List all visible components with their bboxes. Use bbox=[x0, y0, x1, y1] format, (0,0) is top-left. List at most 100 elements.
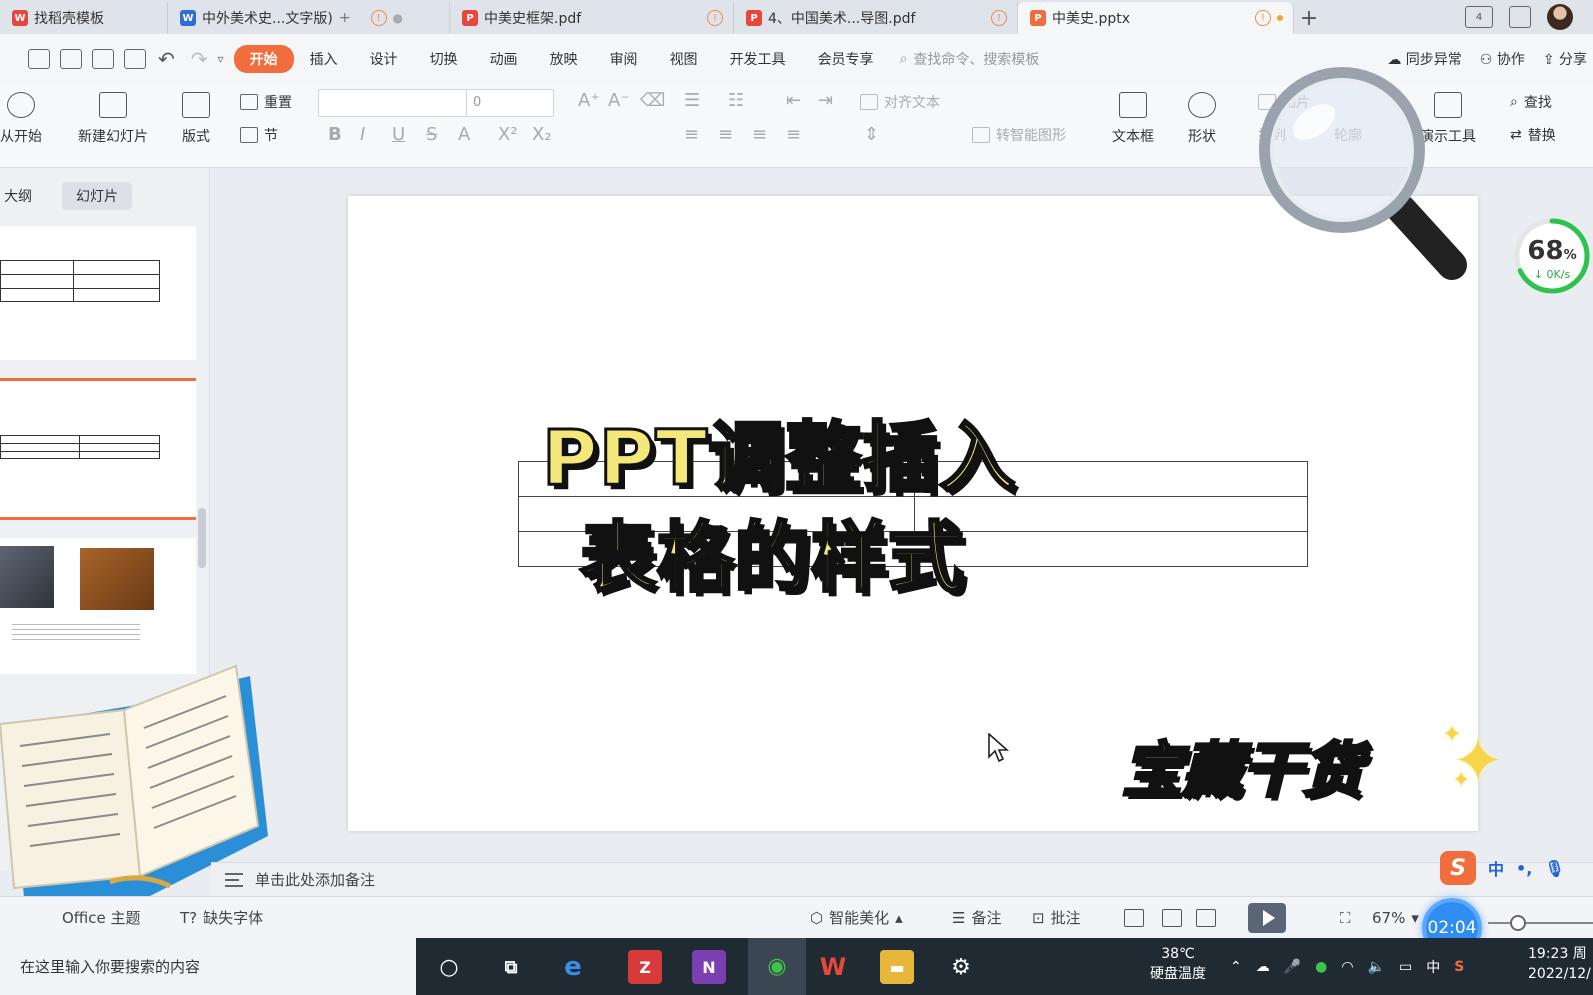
app-settings-icon[interactable]: ⚙ bbox=[944, 950, 978, 984]
justify-icon[interactable]: ≡ bbox=[786, 124, 801, 145]
font-selector[interactable]: 0 bbox=[318, 89, 554, 117]
print-icon[interactable] bbox=[92, 49, 114, 69]
layout-button[interactable]: 版式 bbox=[182, 92, 210, 146]
smart-beautify-button[interactable]: ⬡ 智能美化 ▴ bbox=[810, 907, 903, 928]
security-icon[interactable]: ● bbox=[1315, 959, 1327, 975]
tab-framework-pdf[interactable]: P 中美史框架.pdf ! bbox=[450, 2, 734, 34]
decrease-indent-icon[interactable]: ⇤ bbox=[786, 90, 801, 111]
zoom-level[interactable]: 67% ▾ bbox=[1372, 909, 1419, 927]
increase-font-icon[interactable]: A⁺ bbox=[578, 90, 600, 111]
normal-view-button[interactable] bbox=[1124, 908, 1144, 927]
menu-insert[interactable]: 插入 bbox=[294, 49, 354, 69]
bold-icon[interactable]: B bbox=[328, 124, 342, 145]
add-icon[interactable]: + bbox=[339, 10, 351, 26]
close-icon[interactable]: ● bbox=[393, 11, 403, 25]
align-left-icon[interactable]: ≡ bbox=[684, 124, 699, 145]
taskbar-search-box[interactable]: 在这里输入你要搜索的内容 bbox=[0, 938, 416, 995]
zoom-slider-knob[interactable] bbox=[1510, 915, 1526, 931]
fit-window-button[interactable]: ⛶ bbox=[1340, 909, 1351, 927]
print-preview-icon[interactable] bbox=[124, 49, 146, 69]
missing-font-button[interactable]: T? 缺失字体 bbox=[180, 907, 263, 928]
textbox-button[interactable]: 文本框 bbox=[1112, 92, 1154, 146]
microphone-tray-icon[interactable]: 🎤 bbox=[1284, 959, 1301, 975]
ime-toolbar[interactable]: S 中 •, 🎙 bbox=[1440, 851, 1565, 885]
sogou-tray-icon[interactable]: S bbox=[1454, 959, 1464, 975]
numbered-list-icon[interactable]: ☷ bbox=[728, 90, 744, 111]
smart-shape-button[interactable]: 转智能图形 bbox=[972, 125, 1066, 145]
app-red-icon[interactable]: Z bbox=[628, 950, 662, 984]
command-search[interactable]: ⌕ 查找命令、搜索模板 bbox=[900, 49, 1040, 69]
menu-slideshow[interactable]: 放映 bbox=[534, 49, 594, 69]
wechat-icon[interactable]: ◉ bbox=[748, 938, 806, 995]
sorter-view-button[interactable] bbox=[1162, 908, 1182, 927]
microphone-icon[interactable]: 🎙 bbox=[1544, 859, 1564, 878]
align-center-icon[interactable]: ≡ bbox=[718, 124, 733, 145]
volume-icon[interactable]: 🔈 bbox=[1368, 959, 1385, 975]
tab-slides[interactable]: 幻灯片 bbox=[62, 182, 132, 210]
reset-button[interactable]: 重置 bbox=[240, 92, 292, 112]
subscript-icon[interactable]: X₂ bbox=[532, 124, 552, 145]
zoom-slider[interactable] bbox=[1488, 915, 1593, 931]
bullet-list-icon[interactable]: ☰ bbox=[684, 90, 700, 111]
chevron-up-icon[interactable]: ⌃ bbox=[1230, 959, 1242, 975]
superscript-icon[interactable]: X² bbox=[498, 124, 518, 145]
menu-transitions[interactable]: 切换 bbox=[414, 49, 474, 69]
export-icon[interactable] bbox=[60, 49, 82, 69]
cloud-icon[interactable]: ☁ bbox=[1256, 959, 1270, 975]
notes-toggle-button[interactable]: ☰ 备注 bbox=[952, 907, 1001, 928]
undo-icon[interactable]: ↶ bbox=[158, 47, 175, 71]
ime-punctuation-icon[interactable]: •, bbox=[1516, 859, 1532, 878]
comment-button[interactable]: ⊡ 批注 bbox=[1032, 907, 1081, 928]
ie-browser-icon[interactable]: e bbox=[556, 950, 590, 984]
increase-indent-icon[interactable]: ⇥ bbox=[818, 90, 833, 111]
input-language[interactable]: 中 bbox=[1426, 957, 1440, 977]
strikethrough-icon[interactable]: S bbox=[426, 124, 437, 145]
wps-taskbar-icon[interactable]: W bbox=[816, 950, 850, 984]
task-view-icon[interactable]: ⧉ bbox=[494, 950, 528, 984]
redo-icon[interactable]: ↷ bbox=[191, 47, 208, 71]
align-text-button[interactable]: 对齐文本 bbox=[860, 92, 940, 112]
start-slideshow-button[interactable]: 从开始 bbox=[0, 92, 42, 146]
tab-mindmap-pdf[interactable]: P 4、中国美术...导图.pdf ! bbox=[734, 2, 1018, 34]
quick-access-dropdown-icon[interactable]: ▿ bbox=[218, 52, 224, 66]
menu-design[interactable]: 设计 bbox=[354, 49, 414, 69]
replace-button[interactable]: ⇄ 替换 bbox=[1510, 125, 1556, 145]
play-slideshow-button[interactable] bbox=[1248, 902, 1286, 933]
new-tab-button[interactable]: + bbox=[1294, 2, 1324, 34]
onenote-icon[interactable]: N bbox=[692, 950, 726, 984]
tab-outline[interactable]: 大纲 bbox=[0, 182, 46, 210]
tab-art-history-doc[interactable]: W 中外美术史...文字版) + ! ● bbox=[168, 2, 450, 34]
share-button[interactable]: ⇪ 分享 bbox=[1543, 49, 1587, 69]
font-family-input[interactable] bbox=[319, 90, 467, 116]
menu-review[interactable]: 审阅 bbox=[594, 49, 654, 69]
underline-icon[interactable]: U bbox=[392, 124, 405, 145]
section-button[interactable]: 节 bbox=[240, 125, 278, 145]
menu-developer[interactable]: 开发工具 bbox=[714, 49, 802, 69]
notes-placeholder[interactable]: 单击此处添加备注 bbox=[255, 869, 375, 890]
align-right-icon[interactable]: ≡ bbox=[752, 124, 767, 145]
line-spacing-icon[interactable]: ⇕ bbox=[864, 124, 879, 145]
slide-thumbnail-1[interactable] bbox=[0, 226, 196, 360]
sogou-ime-icon[interactable]: S bbox=[1440, 851, 1476, 885]
collaborate-button[interactable]: ⚇ 协作 bbox=[1480, 49, 1525, 69]
menu-view[interactable]: 视图 bbox=[654, 49, 714, 69]
cortana-icon[interactable]: ○ bbox=[432, 950, 466, 984]
find-button[interactable]: ⌕ 查找 bbox=[1510, 92, 1552, 112]
wifi-icon[interactable]: ◠ bbox=[1341, 959, 1353, 975]
font-color-icon[interactable]: A bbox=[458, 124, 470, 145]
tab-pptx-active[interactable]: P 中美史.pptx ! bbox=[1018, 2, 1294, 34]
menu-home[interactable]: 开始 bbox=[233, 45, 294, 73]
menu-member[interactable]: 会员专享 bbox=[802, 49, 890, 69]
grid-apps-icon[interactable] bbox=[1509, 6, 1531, 28]
font-size-input[interactable]: 0 bbox=[467, 90, 553, 116]
save-icon[interactable] bbox=[28, 49, 50, 69]
tab-template-store[interactable]: W 找稻壳模板 bbox=[0, 2, 168, 34]
badge-count-icon[interactable]: 4 bbox=[1465, 6, 1493, 28]
battery-icon[interactable]: ▭ bbox=[1399, 959, 1412, 975]
system-clock[interactable]: 19:23 周 2022/12/ bbox=[1528, 944, 1591, 984]
notes-bar[interactable]: 单击此处添加备注 bbox=[211, 862, 1593, 896]
clear-format-icon[interactable]: ⌫ bbox=[640, 90, 665, 111]
slide-thumbnail-2-selected[interactable] bbox=[0, 378, 196, 520]
reading-view-button[interactable] bbox=[1196, 908, 1216, 927]
slides-panel-scrollbar[interactable] bbox=[198, 508, 206, 568]
